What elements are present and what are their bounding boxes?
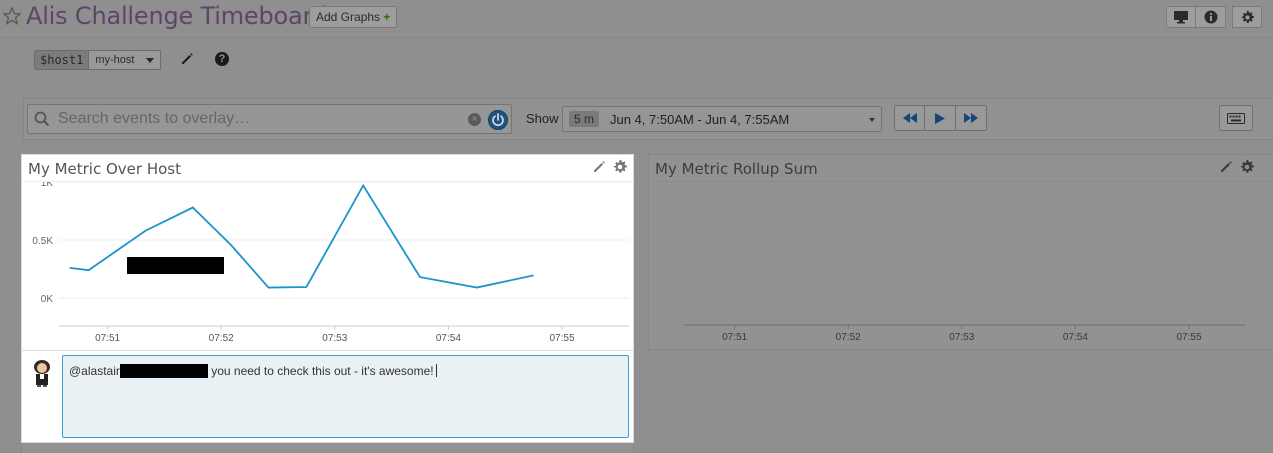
template-variable-select[interactable]: my-host: [89, 50, 162, 70]
tv-mode-button[interactable]: [1166, 6, 1196, 28]
redacted-username: [119, 364, 208, 378]
dashboard-header: Alis Challenge Timeboard Add Graphs +: [0, 0, 1273, 38]
rewind-icon: [902, 113, 917, 123]
fast-forward-icon: [964, 113, 978, 123]
y-tick-label: 0.5K: [32, 236, 53, 247]
x-tick-label: 07:51: [95, 333, 120, 344]
gear-icon[interactable]: [1239, 159, 1255, 175]
header-actions: [1166, 6, 1262, 28]
x-tick-label: 07:53: [949, 332, 974, 343]
x-tick-label: 07:51: [722, 332, 747, 343]
line-chart[interactable]: 1K 0.5K 0K 07:51 07:52 07:53 07:54 07:55: [22, 182, 633, 350]
info-icon: [1204, 10, 1217, 24]
next-panel-edge: [21, 443, 634, 453]
plus-icon: +: [383, 10, 391, 24]
edit-pencil-icon[interactable]: [1219, 160, 1233, 174]
x-tick-label: 07:54: [436, 333, 461, 344]
page-title: Alis Challenge Timeboard: [26, 2, 327, 30]
power-icon: [492, 113, 504, 127]
settings-button[interactable]: [1232, 6, 1262, 28]
graph-panel-my-metric-over-host: My Metric Over Host 1K 0.5K 0K 07:51 07:52 07…: [21, 154, 634, 351]
caret-down-icon: [146, 58, 155, 63]
keyboard-shortcuts-button[interactable]: [1219, 105, 1253, 131]
info-button[interactable]: [1196, 6, 1226, 28]
show-label: Show: [526, 111, 559, 126]
panel-tools: [592, 159, 628, 175]
add-graphs-label: Add Graphs: [316, 10, 381, 24]
edit-variables-pencil-icon[interactable]: [180, 52, 194, 66]
gear-icon: [1241, 10, 1254, 23]
x-tick-label: 07:52: [209, 333, 234, 344]
x-tick-label: 07:55: [549, 333, 574, 344]
user-avatar-icon: [34, 360, 50, 387]
keyboard-icon: [1227, 112, 1245, 124]
comment-section: @alastair you need to check this out - i…: [21, 351, 634, 443]
star-icon[interactable]: [3, 6, 21, 26]
text-cursor: [435, 364, 437, 377]
play-icon: [935, 112, 945, 124]
panel-title: My Metric Rollup Sum: [655, 160, 818, 178]
fast-forward-button[interactable]: [956, 105, 987, 131]
x-tick-label: 07:54: [1063, 332, 1088, 343]
help-icon[interactable]: ?: [215, 52, 229, 66]
graph-panel-my-metric-rollup-sum: My Metric Rollup Sum 07:51 07:52 07:53 07:5…: [648, 154, 1273, 350]
play-button[interactable]: [925, 105, 956, 131]
comment-mention: @alastair: [69, 364, 120, 378]
empty-line-chart[interactable]: 07:51 07:52 07:53 07:54 07:55: [649, 182, 1273, 350]
time-range-select[interactable]: 5 m Jun 4, 7:50AM - Jun 4, 7:55AM: [562, 106, 882, 132]
caret-down-icon: [869, 118, 875, 122]
event-search-input[interactable]: [58, 109, 458, 129]
time-span-badge: 5 m: [569, 111, 600, 127]
playback-controls: [894, 105, 987, 131]
search-icon: [34, 111, 50, 127]
gear-icon[interactable]: [612, 159, 628, 175]
x-tick-label: 07:55: [1176, 332, 1201, 343]
template-variable-name: $host1: [34, 50, 90, 70]
x-tick-label: 07:53: [322, 333, 347, 344]
events-toolbar: × Show 5 m Jun 4, 7:50AM - Jun 4, 7:55AM: [23, 98, 1273, 140]
edit-pencil-icon[interactable]: [592, 160, 606, 174]
panel-title: My Metric Over Host: [28, 160, 181, 178]
redacted-annotation: [127, 257, 224, 274]
add-graphs-button[interactable]: Add Graphs +: [309, 6, 398, 28]
monitor-icon: [1174, 11, 1188, 24]
panel-tools: [1219, 159, 1255, 175]
template-variable-value: my-host: [95, 54, 135, 66]
rewind-button[interactable]: [894, 105, 925, 131]
x-tick-label: 07:52: [836, 332, 861, 343]
clear-search-icon[interactable]: ×: [468, 113, 481, 126]
comment-text: you need to check this out - it's awesom…: [207, 364, 434, 378]
overlay-power-button[interactable]: [488, 110, 508, 130]
comment-textarea[interactable]: @alastair you need to check this out - i…: [62, 355, 629, 438]
y-tick-label: 0K: [41, 294, 54, 305]
event-search-box: ×: [27, 104, 512, 134]
time-range-text: Jun 4, 7:50AM - Jun 4, 7:55AM: [610, 112, 790, 127]
template-variables: $host1 my-host: [34, 50, 162, 70]
y-tick-label: 1K: [41, 182, 54, 189]
